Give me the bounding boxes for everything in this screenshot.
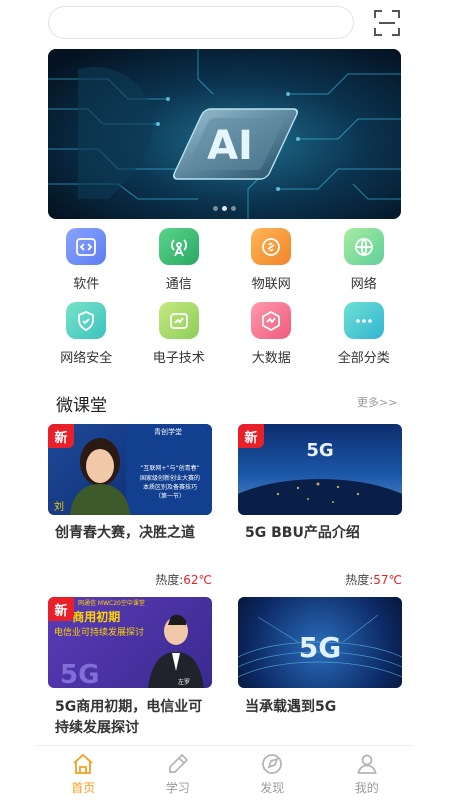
section-title: 微课堂 [56,396,107,416]
thumb-text: 5G [306,440,333,461]
more-icon [343,302,384,339]
scan-icon[interactable] [373,9,401,37]
category-grid: 软件 通信 物联网 网络 网络安全 电子技术 大数据 全部分类 [40,228,410,366]
course-thumbnail[interactable]: 5G [238,597,402,688]
category-label: 物联网 [251,277,291,292]
thumb-text: 5G [299,631,341,664]
thumb-name: 刘 [54,501,64,513]
pencil-icon [168,753,189,773]
new-badge: 新 [48,597,74,621]
category-label: 通信 [165,277,192,292]
category-all[interactable]: 全部分类 [318,302,411,366]
course-heat: 热度:62℃ [52,571,212,588]
category-software[interactable]: 软件 [40,228,133,292]
tab-mine[interactable]: 我的 [320,746,415,800]
heat-value: 62℃ [183,573,212,587]
carousel-dots [48,206,401,211]
tab-label: 学习 [165,781,190,795]
category-electronics[interactable]: 电子技术 [133,302,226,366]
course-title[interactable]: 当承载遇到5G [245,697,405,718]
tab-label: 我的 [354,781,379,795]
category-iot[interactable]: 物联网 [225,228,318,292]
user-icon [357,754,377,774]
category-label: 全部分类 [337,351,390,366]
carousel-dot[interactable] [213,206,218,211]
thumb-text: 国家级创新创业大赛的 [140,474,200,482]
tab-discover[interactable]: 发现 [225,746,320,800]
thumb-name: 左罗 [178,678,190,686]
signal-tower-icon [158,228,199,265]
search-input[interactable] [48,6,354,39]
code-icon [66,228,107,265]
globe-icon [343,228,384,265]
course-title[interactable]: 创青春大赛，决胜之道 [55,523,215,544]
home-icon [73,753,93,774]
category-label: 网络安全 [60,351,113,366]
new-badge: 新 [238,424,264,448]
thumb-big-text: 5G [60,660,99,688]
course-heat: 热度:57℃ [242,571,402,588]
category-label: 软件 [73,277,100,292]
chart-icon [251,302,292,339]
heat-label: 热度: [345,573,374,587]
course-thumbnail[interactable]: 5G 新 [238,424,402,515]
course-thumbnail[interactable]: 青创学堂 “互联网+”与“创青春” 国家级创新创业大赛的 本质区别及备赛技巧 （… [48,424,212,515]
thumb-text: “互联网+”与“创青春” [140,464,199,472]
category-label: 网络 [350,277,377,292]
compass-icon [262,754,283,774]
thumb-text: 电信业可持续发展探讨 [54,626,144,638]
category-big-data[interactable]: 大数据 [225,302,318,366]
category-communication[interactable]: 通信 [133,228,226,292]
tab-label: 发现 [260,781,285,795]
thumb-text: （第一节） [155,492,185,500]
course-title[interactable]: 5G商用初期，电信业可持续发展探讨 [55,697,215,739]
thumb-text: 本质区别及备赛技巧 [143,483,197,491]
course-title[interactable]: 5G BBU产品介绍 [245,523,405,544]
category-label: 电子技术 [152,351,205,366]
category-network-security[interactable]: 网络安全 [40,302,133,366]
category-network[interactable]: 网络 [318,228,411,292]
category-label: 大数据 [251,351,291,366]
more-link[interactable]: 更多>> [357,394,397,410]
course-thumbnail[interactable]: 网通信 MWC20空中课堂 5G商用初期 电信业可持续发展探讨 5G 左罗 新 [48,597,212,688]
shield-icon [66,302,107,339]
chip-icon [158,302,199,339]
thumb-logo: 青创学堂 [154,427,182,436]
heat-value: 57℃ [373,573,402,587]
banner-text: AI [207,123,253,169]
thumb-header: 网通信 MWC20空中课堂 [78,599,145,607]
carousel-dot[interactable] [231,206,236,211]
banner-carousel[interactable]: AI [48,49,401,219]
tab-label: 首页 [71,781,96,795]
carousel-dot-active[interactable] [222,206,227,211]
new-badge: 新 [48,424,74,448]
tab-study[interactable]: 学习 [131,746,226,800]
tab-home[interactable]: 首页 [36,746,131,800]
heat-label: 热度: [155,573,184,587]
bottom-tab-bar: 首页 学习 发现 我的 [36,745,414,800]
link-icon [251,228,292,265]
